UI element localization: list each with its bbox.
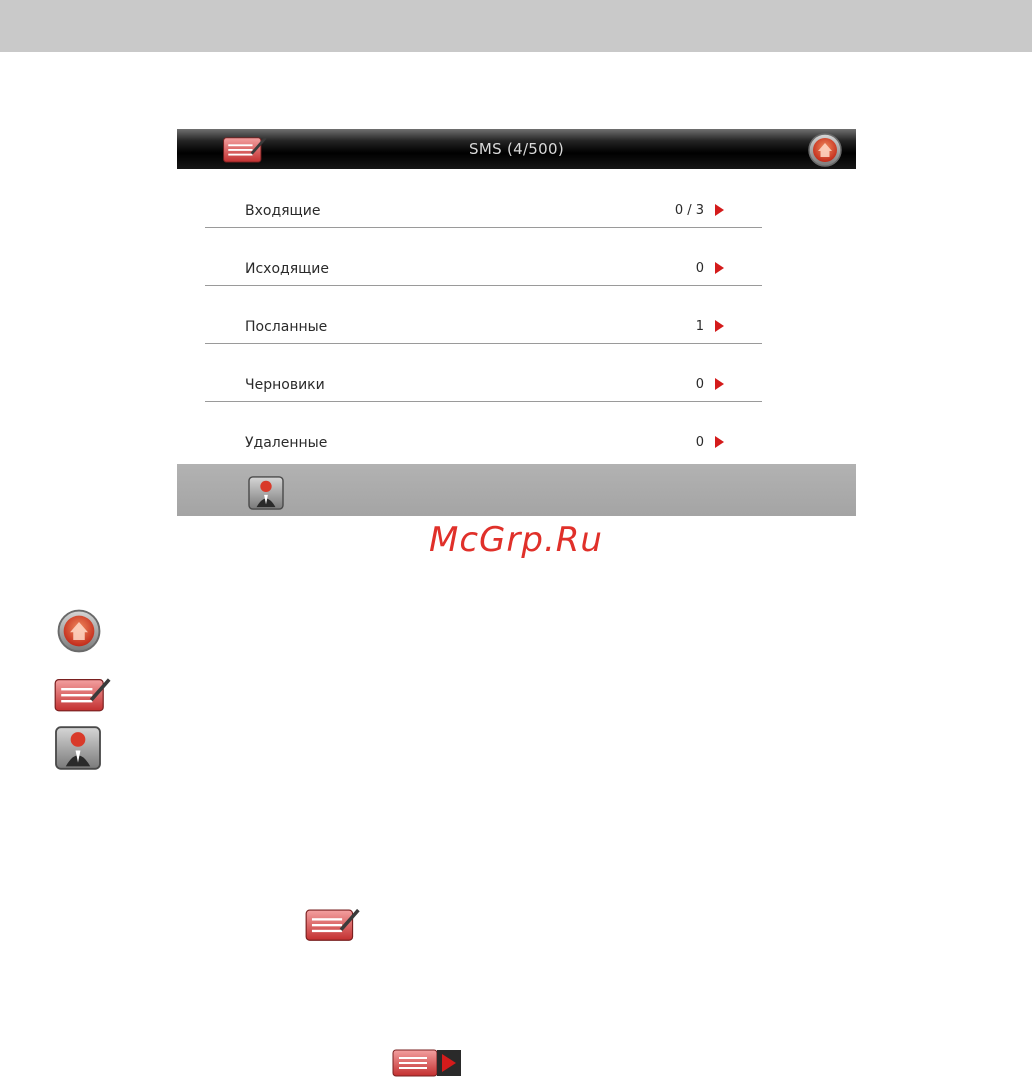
folder-row-inbox[interactable]: Входящие 0 / 3	[205, 169, 762, 228]
folder-row-outbox[interactable]: Исходящие 0	[205, 227, 762, 286]
sms-screen: SMS (4/500) Входящие 0 / 3 Исходящие 0 П…	[177, 129, 856, 516]
folder-count: 0	[695, 261, 704, 276]
sms-folder-list: Входящие 0 / 3 Исходящие 0 Посланные 1 Ч…	[205, 169, 762, 469]
folder-count: 1	[695, 319, 704, 334]
title-bar: SMS (4/500)	[177, 129, 856, 169]
home-icon[interactable]	[807, 132, 843, 168]
folder-row-drafts[interactable]: Черновики 0	[205, 343, 762, 402]
folder-count: 0	[695, 377, 704, 392]
bottom-toolbar	[177, 464, 856, 516]
folder-label: Посланные	[245, 319, 328, 335]
folder-count: 0 / 3	[674, 203, 704, 218]
folder-row-deleted[interactable]: Удаленные 0	[205, 401, 762, 459]
send-message-icon	[392, 1049, 461, 1077]
list-next-icon[interactable]	[715, 436, 724, 448]
folder-label: Черновики	[245, 377, 325, 393]
watermark: McGrp.Ru	[429, 520, 603, 560]
contacts-person-icon[interactable]	[247, 476, 285, 510]
compose-message-icon	[54, 676, 114, 712]
list-next-icon[interactable]	[715, 320, 724, 332]
screen-title: SMS (4/500)	[469, 140, 564, 158]
folder-label: Входящие	[245, 203, 321, 219]
compose-message-icon	[305, 906, 363, 942]
folder-label: Исходящие	[245, 261, 330, 277]
home-icon	[54, 608, 104, 654]
contacts-person-icon	[54, 726, 102, 770]
folder-label: Удаленные	[245, 435, 328, 451]
list-next-icon[interactable]	[715, 262, 724, 274]
list-next-icon[interactable]	[715, 378, 724, 390]
top-band	[0, 0, 1032, 52]
list-next-icon[interactable]	[715, 204, 724, 216]
folder-row-sent[interactable]: Посланные 1	[205, 285, 762, 344]
folder-count: 0	[695, 435, 704, 450]
